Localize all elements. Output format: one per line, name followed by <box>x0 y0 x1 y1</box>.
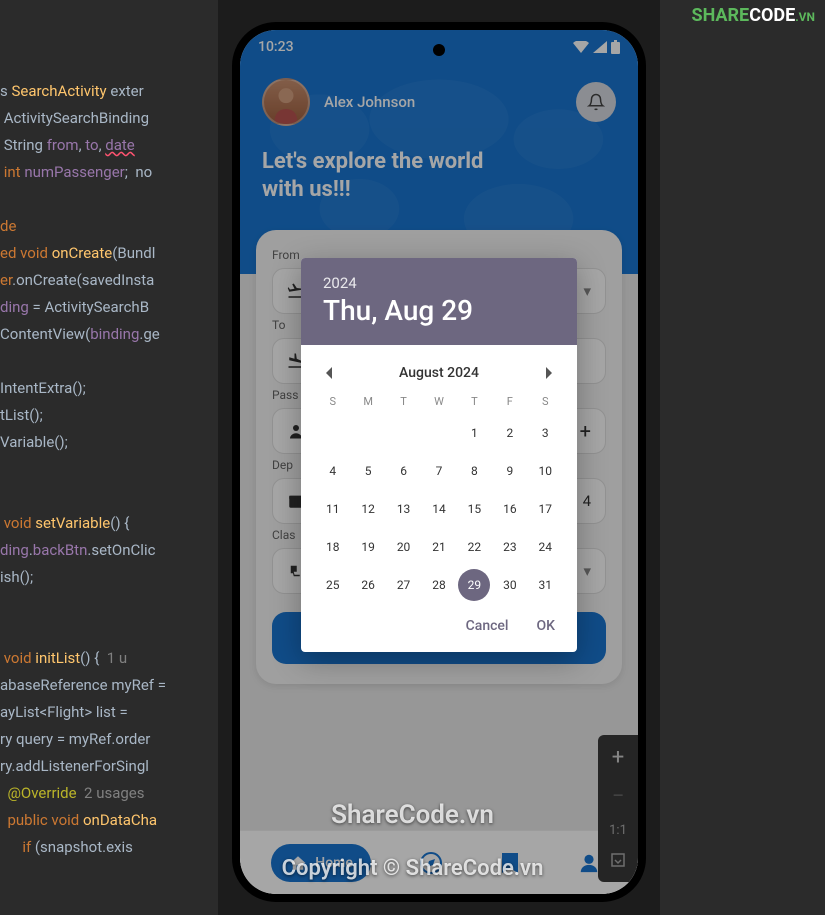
calendar-day[interactable]: 25 <box>315 572 350 598</box>
calendar-day[interactable]: 21 <box>421 534 456 560</box>
code-line: public void onDataCha <box>0 811 157 829</box>
calendar-day[interactable]: 10 <box>528 458 563 484</box>
device-screen: 10:23 Alex Johnson Let's explo <box>240 30 638 894</box>
dow-label: W <box>421 395 456 408</box>
calendar-day[interactable]: 11 <box>315 496 350 522</box>
calendar-day[interactable]: 19 <box>350 534 385 560</box>
code-line: s SearchActivity exter <box>0 82 144 100</box>
watermark-copyright: Copyright © ShareCode.vn <box>282 856 544 881</box>
date-picker-selected-date: Thu, Aug 29 <box>323 294 555 327</box>
calendar-day[interactable]: 8 <box>457 458 492 484</box>
calendar-day[interactable]: 29 <box>458 569 490 601</box>
dow-label: S <box>315 395 350 408</box>
month-label[interactable]: August 2024 <box>399 365 479 381</box>
code-line: abaseReference myRef = <box>0 676 166 694</box>
calendar-day[interactable]: 23 <box>492 534 527 560</box>
calendar-day[interactable]: 4 <box>315 458 350 484</box>
code-line: Variable(); <box>0 433 68 451</box>
dow-label: T <box>386 395 421 408</box>
calendar-day[interactable]: 17 <box>528 496 563 522</box>
calendar-day[interactable]: 24 <box>528 534 563 560</box>
calendar-day[interactable]: 28 <box>421 572 456 598</box>
calendar-day[interactable]: 14 <box>421 496 456 522</box>
calendar-day[interactable]: 6 <box>386 458 421 484</box>
code-line: ayList<Flight> list = <box>0 703 128 721</box>
ok-button[interactable]: OK <box>537 618 556 634</box>
calendar-grid: SMTWTFS123456789101112131415161718192021… <box>315 395 563 598</box>
dow-label: S <box>528 395 563 408</box>
calendar-day[interactable]: 31 <box>528 572 563 598</box>
calendar-day[interactable]: 1 <box>457 420 492 446</box>
code-line: void setVariable() { <box>0 514 129 532</box>
calendar-day[interactable]: 3 <box>528 420 563 446</box>
code-line: String from, to, date <box>0 136 135 154</box>
dow-label: M <box>350 395 385 408</box>
code-line: ActivitySearchBinding <box>0 109 149 127</box>
code-line: ry.addListenerForSingl <box>0 757 149 775</box>
code-line: ding = ActivitySearchB <box>0 298 149 316</box>
code-line: ish(); <box>0 568 33 586</box>
calendar-empty <box>315 420 350 446</box>
calendar-day[interactable]: 12 <box>350 496 385 522</box>
code-line: de <box>0 217 16 235</box>
code-line: @Override 2 usages <box>0 784 145 802</box>
next-month-button[interactable] <box>537 361 561 385</box>
code-line: void initList() { 1 u <box>0 649 127 667</box>
calendar-day[interactable]: 5 <box>350 458 385 484</box>
calendar-day[interactable]: 18 <box>315 534 350 560</box>
code-line: if (snapshot.exis <box>0 838 133 856</box>
calendar-day[interactable]: 30 <box>492 572 527 598</box>
calendar-day[interactable]: 22 <box>457 534 492 560</box>
code-line: ding.backBtn.setOnClic <box>0 541 155 559</box>
code-line: tList(); <box>0 406 43 424</box>
calendar-day[interactable]: 9 <box>492 458 527 484</box>
calendar-day[interactable]: 16 <box>492 496 527 522</box>
code-line: ContentView(binding.ge <box>0 325 160 343</box>
code-line: er.onCreate(savedInsta <box>0 271 154 289</box>
watermark-sharecode: ShareCode.vn <box>331 800 494 830</box>
code-line: ry query = myRef.order <box>0 730 150 748</box>
calendar-day[interactable]: 2 <box>492 420 527 446</box>
date-picker-dialog: 2024 Thu, Aug 29 August 2024 SMTWTFS1234… <box>301 258 577 652</box>
camera-hole <box>433 44 445 56</box>
code-line: IntentExtra(); <box>0 379 86 397</box>
calendar-empty <box>421 420 456 446</box>
code-line: ed void onCreate(Bundl <box>0 244 155 262</box>
date-picker-header: 2024 Thu, Aug 29 <box>301 258 577 345</box>
cancel-button[interactable]: Cancel <box>466 618 509 634</box>
date-picker-year[interactable]: 2024 <box>323 274 555 292</box>
code-line: int numPassenger; no <box>0 163 152 181</box>
sharecode-logo: SHARECODE.VN <box>691 5 815 26</box>
calendar-day[interactable]: 27 <box>386 572 421 598</box>
chevron-left-icon <box>324 367 334 379</box>
device-frame: 10:23 Alex Johnson Let's explo <box>232 22 646 902</box>
calendar-day[interactable]: 26 <box>350 572 385 598</box>
calendar-empty <box>350 420 385 446</box>
chevron-right-icon <box>544 367 554 379</box>
calendar-day[interactable]: 13 <box>386 496 421 522</box>
dow-label: T <box>457 395 492 408</box>
calendar-day[interactable]: 20 <box>386 534 421 560</box>
calendar-day[interactable]: 7 <box>421 458 456 484</box>
prev-month-button[interactable] <box>317 361 341 385</box>
calendar-day[interactable]: 15 <box>457 496 492 522</box>
calendar-empty <box>386 420 421 446</box>
dow-label: F <box>492 395 527 408</box>
